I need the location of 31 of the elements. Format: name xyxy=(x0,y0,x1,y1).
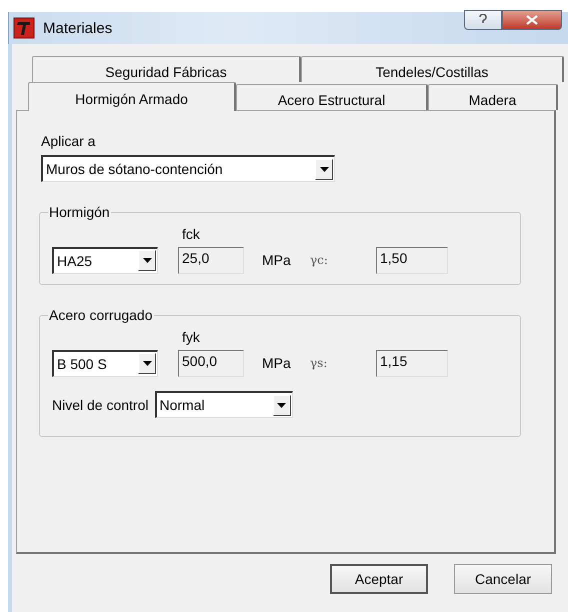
control-level-label: Nivel de control xyxy=(52,396,148,412)
factor-field[interactable]: 1,15 xyxy=(376,350,448,376)
type-dropdown[interactable]: B 500 S xyxy=(52,350,158,376)
group-title: Acero corrugado xyxy=(48,307,154,323)
factor-label: γs: xyxy=(310,356,328,370)
close-button[interactable] xyxy=(502,10,562,30)
group-title: Hormigón xyxy=(48,204,111,220)
tab[interactable]: Seguridad Fábricas xyxy=(32,56,301,82)
control-level-dropdown[interactable]: Normal xyxy=(154,391,292,418)
close-icon xyxy=(525,15,539,25)
tab[interactable]: Tendeles/Costillas xyxy=(301,56,564,82)
apply-to-label: Aplicar a xyxy=(41,133,96,149)
tab[interactable]: Hormigón Armado xyxy=(28,82,236,111)
window-title: Materiales xyxy=(43,20,112,36)
unit-label: MPa xyxy=(262,355,292,371)
cancel-button[interactable]: Cancelar xyxy=(454,564,552,594)
help-button[interactable] xyxy=(464,10,502,30)
factor-field[interactable]: 1,50 xyxy=(376,246,448,274)
app-icon xyxy=(13,17,35,39)
tab[interactable]: Acero Estructural xyxy=(236,84,428,110)
type-dropdown[interactable]: HA25 xyxy=(52,246,158,274)
unit-label: MPa xyxy=(262,252,292,268)
tab[interactable]: Madera xyxy=(428,84,558,110)
strength-label: fyk xyxy=(181,328,201,347)
strength-label: fck xyxy=(181,225,201,244)
apply-to-dropdown[interactable]: Muros de sótano-contención xyxy=(41,155,335,182)
strength-field[interactable]: 500,0 xyxy=(178,350,244,376)
accept-button[interactable]: Aceptar xyxy=(330,564,428,594)
factor-label: γc: xyxy=(310,253,329,267)
strength-field[interactable]: 25,0 xyxy=(178,246,244,274)
help-icon xyxy=(478,14,488,26)
